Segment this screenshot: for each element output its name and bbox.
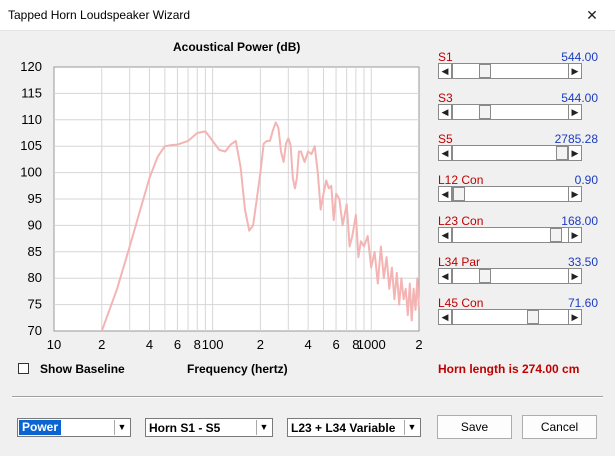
horn-length-readout: Horn length is 274.00 cm (438, 362, 580, 376)
slider-label: L12 Con (438, 173, 484, 187)
y-tick-label: 115 (21, 85, 42, 100)
slider-label: L34 Par (438, 255, 481, 269)
frequency-response-chart: 70758085909510010511011512010 2 4 6 8 100 2 4 6 8… (20, 59, 422, 352)
slider-thumb[interactable] (556, 146, 568, 160)
slider-value: 544.00 (561, 91, 598, 105)
slider-track[interactable] (452, 309, 570, 325)
variable-select-value: L23 + L34 Variable (291, 421, 396, 435)
range-select-value: Horn S1 - S5 (149, 421, 221, 435)
y-tick-label: 105 (20, 138, 42, 153)
slider-value: 0.90 (574, 173, 598, 187)
slider-value: 71.60 (567, 296, 598, 310)
y-tick-label: 110 (21, 112, 42, 127)
show-baseline-label[interactable]: Show Baseline (40, 362, 125, 376)
save-button[interactable]: Save (437, 415, 512, 439)
chevron-left-icon[interactable]: ◀ (438, 186, 452, 202)
slider-value: 168.00 (561, 214, 598, 228)
slider-label: S3 (438, 91, 453, 105)
slider-s1: S1 544.00 ◀ ▶ (438, 50, 598, 90)
x-tick-label: 100 (202, 337, 224, 352)
close-icon[interactable]: ✕ (569, 0, 615, 30)
chevron-right-icon[interactable]: ▶ (568, 63, 582, 79)
separator (12, 396, 603, 398)
chevron-left-icon[interactable]: ◀ (438, 309, 452, 325)
slider-l34: L34 Par 33.50 ◀ ▶ (438, 255, 598, 295)
slider-track[interactable] (452, 186, 570, 202)
chevron-right-icon[interactable]: ▶ (568, 309, 582, 325)
x-tick-label: 2 (257, 337, 264, 352)
x-tick-label: 8 (194, 337, 201, 352)
chevron-right-icon[interactable]: ▶ (568, 186, 582, 202)
slider-thumb[interactable] (478, 269, 491, 283)
x-tick-label: 4 (305, 337, 312, 352)
slider-value: 544.00 (561, 50, 598, 64)
chevron-left-icon[interactable]: ◀ (438, 145, 452, 161)
x-tick-label: 2 (98, 337, 105, 352)
y-tick-label: 120 (20, 59, 42, 74)
slider-label: S5 (438, 132, 453, 146)
chevron-down-icon[interactable]: ▼ (114, 420, 129, 435)
chevron-right-icon[interactable]: ▶ (568, 145, 582, 161)
slider-track[interactable] (452, 63, 570, 79)
x-tick-label: 6 (174, 337, 181, 352)
chevron-down-icon[interactable]: ▼ (256, 420, 271, 435)
slider-thumb[interactable] (527, 310, 540, 324)
chevron-left-icon[interactable]: ◀ (438, 227, 452, 243)
x-tick-label: 6 (332, 337, 339, 352)
slider-track[interactable] (452, 268, 570, 284)
y-tick-label: 75 (28, 297, 42, 312)
slider-thumb[interactable] (453, 187, 465, 201)
chevron-left-icon[interactable]: ◀ (438, 104, 452, 120)
slider-l12: L12 Con 0.90 ◀ ▶ (438, 173, 598, 213)
slider-track[interactable] (452, 104, 570, 120)
slider-thumb[interactable] (549, 228, 562, 242)
x-tick-label: 2 (415, 337, 422, 352)
variable-select[interactable]: L23 + L34 Variable ▼ (287, 418, 421, 437)
x-axis-label: Frequency (hertz) (187, 362, 288, 376)
y-tick-label: 85 (28, 244, 42, 259)
y-tick-label: 100 (20, 165, 42, 180)
chevron-right-icon[interactable]: ▶ (568, 104, 582, 120)
show-baseline-checkbox[interactable] (18, 363, 29, 374)
mode-select[interactable]: Power ▼ (17, 418, 131, 437)
slider-thumb[interactable] (478, 105, 491, 119)
x-tick-label: 4 (146, 337, 153, 352)
y-tick-label: 90 (28, 217, 42, 232)
chevron-down-icon[interactable]: ▼ (404, 420, 419, 435)
slider-value: 33.50 (567, 255, 598, 269)
slider-track[interactable] (452, 145, 570, 161)
slider-label: L23 Con (438, 214, 484, 228)
slider-label: S1 (438, 50, 453, 64)
y-tick-label: 70 (28, 323, 42, 338)
range-select[interactable]: Horn S1 - S5 ▼ (145, 418, 273, 437)
slider-s3: S3 544.00 ◀ ▶ (438, 91, 598, 131)
cancel-button[interactable]: Cancel (522, 415, 597, 439)
chevron-right-icon[interactable]: ▶ (568, 227, 582, 243)
chevron-right-icon[interactable]: ▶ (568, 268, 582, 284)
window-title: Tapped Horn Loudspeaker Wizard (8, 8, 191, 22)
slider-l45: L45 Con 71.60 ◀ ▶ (438, 296, 598, 336)
x-tick-label: 10 (47, 337, 61, 352)
slider-l23: L23 Con 168.00 ◀ ▶ (438, 214, 598, 254)
slider-s5: S5 2785.28 ◀ ▶ (438, 132, 598, 172)
mode-select-value: Power (19, 420, 62, 435)
slider-thumb[interactable] (478, 64, 491, 78)
chevron-left-icon[interactable]: ◀ (438, 268, 452, 284)
slider-value: 2785.28 (554, 132, 598, 146)
x-tick-label: 1000 (357, 337, 386, 352)
chart-title: Acoustical Power (dB) (173, 40, 301, 54)
chevron-left-icon[interactable]: ◀ (438, 63, 452, 79)
y-tick-label: 95 (28, 191, 42, 206)
y-tick-label: 80 (28, 270, 42, 285)
slider-label: L45 Con (438, 296, 484, 310)
title-bar: Tapped Horn Loudspeaker Wizard ✕ (0, 0, 615, 31)
